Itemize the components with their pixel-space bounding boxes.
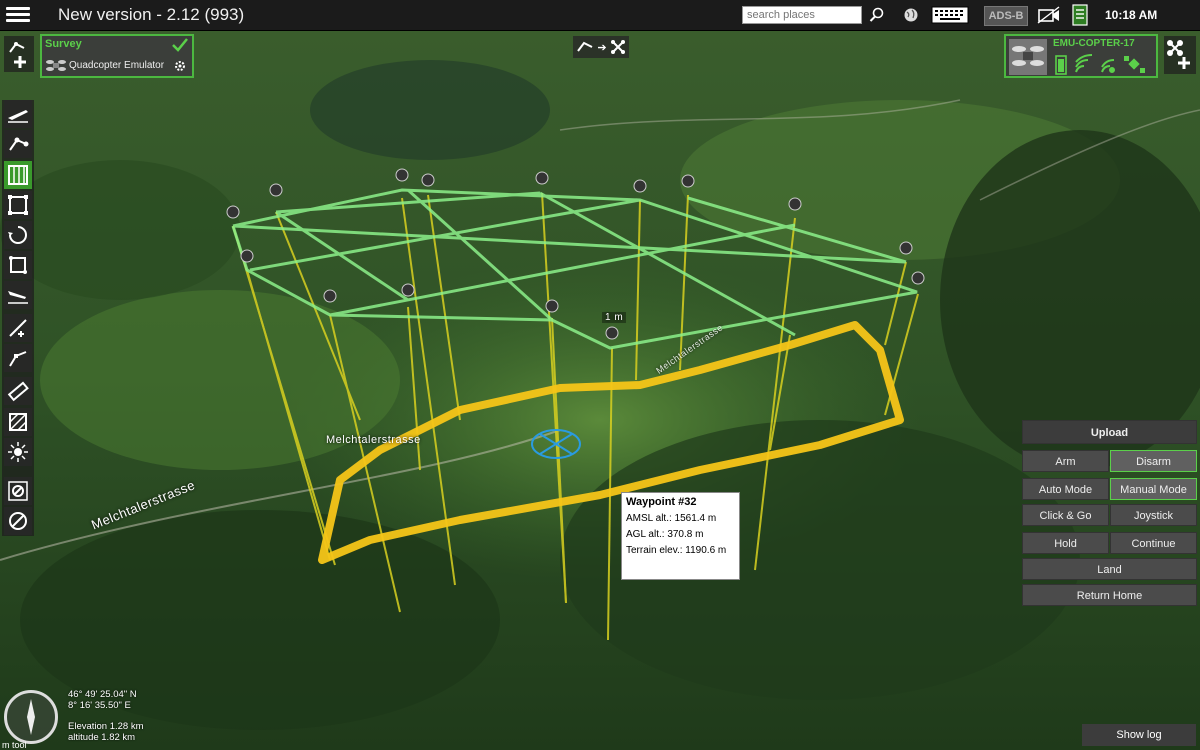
video-icon[interactable]	[1036, 4, 1062, 26]
ruler-icon	[7, 381, 29, 402]
mission-plan-panel[interactable]: Survey Quadcopter Emulator	[40, 34, 194, 78]
survey-tool[interactable]	[4, 161, 32, 189]
path-edit-icon	[9, 351, 27, 367]
vehicle-thumbnail-icon	[1009, 39, 1047, 75]
clock: 10:18 AM	[1105, 8, 1158, 22]
top-bar: New version - 2.12 (993) ADS-B 10:18 AM	[0, 0, 1200, 31]
orbit-tool[interactable]	[4, 221, 32, 249]
waypoint-tooltip: Waypoint #32 AMSL alt.: 1561.4 m AGL alt…	[621, 492, 740, 580]
arm-button[interactable]: Arm	[1022, 450, 1109, 472]
waypoint-path-tool[interactable]	[4, 130, 32, 158]
waypoint-path-icon	[9, 137, 29, 151]
elevation: Elevation 1.28 km	[68, 721, 144, 732]
upload-button[interactable]: Upload	[1022, 420, 1197, 444]
no-fly-zone-icon	[8, 481, 28, 501]
hatch-area-icon	[9, 413, 27, 431]
add-vehicle-button[interactable]	[1164, 36, 1196, 74]
check-icon	[172, 38, 188, 52]
waypoint-title: Waypoint #32	[626, 496, 697, 508]
survey-grid-icon	[8, 165, 28, 185]
area-icon	[9, 256, 27, 274]
takeoff-icon	[8, 110, 28, 123]
measure-tool[interactable]	[4, 377, 32, 405]
click-go-button[interactable]: Click & Go	[1022, 504, 1109, 526]
takeoff-tool[interactable]	[4, 100, 32, 128]
rc-signal-icon	[1101, 59, 1115, 73]
vehicle-name: EMU-COPTER-17	[1053, 38, 1135, 49]
adsb-toggle[interactable]: ADS-B	[984, 6, 1028, 26]
polygon-tool[interactable]	[4, 191, 32, 219]
no-fly-zone-tool[interactable]	[4, 477, 32, 505]
return-home-button[interactable]: Return Home	[1022, 584, 1197, 606]
path-icon	[577, 41, 593, 52]
auto-mode-button[interactable]: Auto Mode	[1022, 478, 1109, 500]
checklist-icon[interactable]	[1070, 4, 1090, 26]
plan-title: Survey	[45, 38, 82, 50]
vehicle-type-label: Quadcopter Emulator	[69, 60, 165, 71]
keyboard-icon[interactable]	[930, 4, 970, 26]
orbit-icon	[8, 226, 27, 244]
plan-to-fly-toggle[interactable]: ➔	[573, 36, 629, 58]
split-icon	[9, 319, 27, 337]
prohibit-icon	[9, 512, 27, 530]
search-input[interactable]	[742, 6, 862, 24]
landing-icon	[8, 291, 28, 304]
terrain-tool[interactable]	[4, 408, 32, 436]
land-tool[interactable]	[4, 281, 32, 309]
app-title: New version - 2.12 (993)	[58, 5, 245, 24]
waypoint-agl: AGL alt.: 370.8 m	[626, 529, 704, 540]
battery-icon	[1055, 55, 1067, 75]
eye-altitude: altitude 1.82 km	[68, 732, 136, 743]
hold-button[interactable]: Hold	[1022, 532, 1109, 554]
vehicle-status-panel[interactable]: EMU-COPTER-17	[1004, 34, 1158, 78]
joystick-button[interactable]: Joystick	[1110, 504, 1197, 526]
latitude: 46° 49' 25.04" N	[68, 689, 137, 700]
globe-icon[interactable]	[902, 4, 920, 26]
settings-gear-icon[interactable]	[173, 58, 189, 74]
add-plan-button[interactable]	[4, 36, 34, 72]
waypoint-terrain: Terrain elev.: 1190.6 m	[626, 545, 727, 556]
road-label: Melchtalerstrasse	[326, 434, 421, 446]
show-log-button[interactable]: Show log	[1082, 724, 1196, 746]
search-icon[interactable]	[868, 4, 886, 26]
path-edit-tool[interactable]	[4, 344, 32, 372]
polygon-icon	[8, 195, 28, 215]
waypoint-amsl: AMSL alt.: 1561.4 m	[626, 513, 717, 524]
gps-satellite-icon	[1124, 56, 1145, 73]
quadcopter-icon	[46, 60, 66, 71]
disarm-button[interactable]: Disarm	[1110, 450, 1197, 472]
add-plan-icon	[9, 42, 26, 68]
land-button[interactable]: Land	[1022, 558, 1197, 580]
bottom-tool-fragment: m tool	[2, 740, 27, 750]
telemetry-signal-icon	[1075, 54, 1093, 73]
compass-needle-icon	[27, 699, 35, 735]
split-segment-tool[interactable]	[4, 314, 32, 342]
scale-label: 1 m	[602, 312, 627, 323]
map-view[interactable]	[0, 0, 1200, 750]
clear-tool[interactable]	[4, 507, 32, 535]
manual-mode-button[interactable]: Manual Mode	[1110, 478, 1197, 500]
coordinates-readout: 46° 49' 25.04" N 8° 16' 35.50" E Elevati…	[68, 689, 144, 743]
sun-icon	[8, 442, 28, 462]
compass[interactable]	[4, 690, 58, 744]
hamburger-icon[interactable]	[6, 4, 30, 26]
area-tool[interactable]	[4, 251, 32, 279]
sun-tool[interactable]	[4, 438, 32, 466]
longitude: 8° 16' 35.50" E	[68, 700, 131, 711]
arrow-right-icon: ➔	[597, 41, 607, 54]
continue-button[interactable]: Continue	[1110, 532, 1197, 554]
add-vehicle-icon	[1167, 40, 1190, 69]
drone-icon	[610, 40, 625, 54]
